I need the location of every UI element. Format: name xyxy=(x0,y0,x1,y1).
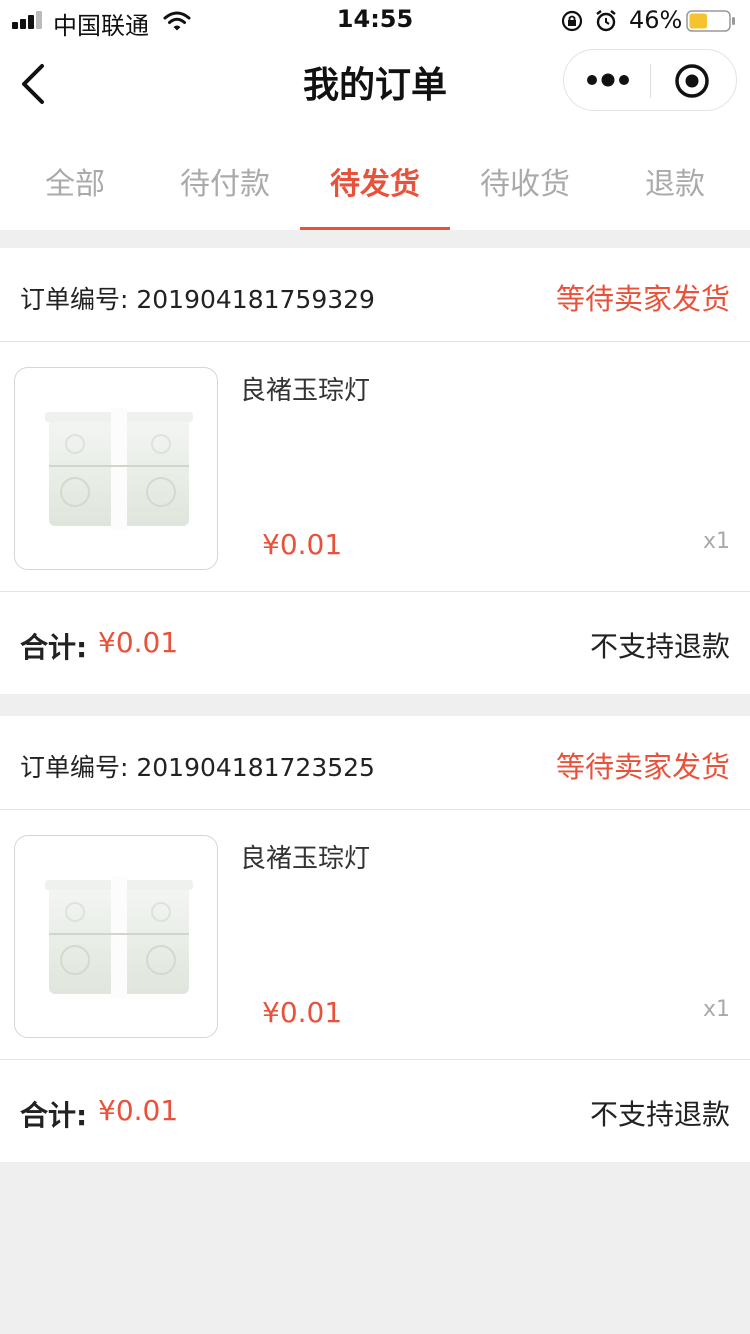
battery-icon xyxy=(686,10,735,32)
tab-label: 全部 xyxy=(45,167,105,202)
capsule-divider xyxy=(650,64,651,98)
product-price: ¥0.01 xyxy=(262,528,343,561)
order-status: 等待卖家发货 xyxy=(555,750,730,784)
status-bar: 中国联通 14:55 46% xyxy=(0,0,750,40)
product-image xyxy=(14,367,218,570)
more-dots-icon[interactable] xyxy=(586,67,630,93)
order-header: 订单编号: 201904181723525 等待卖家发货 xyxy=(0,716,750,810)
rotation-lock-icon xyxy=(561,10,583,32)
order-number: 订单编号: 201904181723525 xyxy=(20,753,375,782)
total-label: 合计: xyxy=(20,631,88,664)
product-price: ¥0.01 xyxy=(262,996,343,1029)
total-amount: ¥0.01 xyxy=(98,1094,179,1127)
product-name: 良褚玉琮灯 xyxy=(240,844,371,874)
total-label: 合计: xyxy=(20,1099,88,1132)
order-footer: 合计: ¥0.01 不支持退款 xyxy=(0,1060,750,1162)
order-number: 订单编号: 201904181759329 xyxy=(20,285,375,314)
order-item[interactable]: 良褚玉琮灯 ¥0.01 x1 xyxy=(0,342,750,592)
tab-pending-shipment[interactable]: 待发货 xyxy=(300,128,450,230)
navigation-bar: 我的订单 xyxy=(0,40,750,128)
active-tab-indicator xyxy=(300,227,450,230)
product-quantity: x1 xyxy=(702,997,730,1022)
order-tabs: 全部 待付款 待发货 待收货 退款 xyxy=(0,128,750,230)
product-quantity: x1 xyxy=(702,529,730,554)
tab-pending-payment[interactable]: 待付款 xyxy=(150,128,300,230)
mini-program-capsule xyxy=(563,49,737,111)
product-name: 良褚玉琮灯 xyxy=(240,376,371,406)
order-footer: 合计: ¥0.01 不支持退款 xyxy=(0,592,750,694)
tab-label: 待收货 xyxy=(480,167,570,202)
tab-all[interactable]: 全部 xyxy=(0,128,150,230)
target-close-icon[interactable] xyxy=(674,63,710,99)
order-card[interactable]: 订单编号: 201904181759329 等待卖家发货 良褚玉琮灯 ¥0.01… xyxy=(0,248,750,694)
battery-percent: 46% xyxy=(629,6,683,34)
refund-policy: 不支持退款 xyxy=(589,630,730,663)
alarm-icon xyxy=(596,10,616,32)
order-status: 等待卖家发货 xyxy=(555,282,730,316)
tab-label: 退款 xyxy=(645,167,705,202)
product-image xyxy=(14,835,218,1038)
tab-label: 待付款 xyxy=(180,167,270,202)
tab-label: 待发货 xyxy=(330,167,420,202)
tab-refund[interactable]: 退款 xyxy=(600,128,750,230)
total-amount: ¥0.01 xyxy=(98,626,179,659)
order-item[interactable]: 良褚玉琮灯 ¥0.01 x1 xyxy=(0,810,750,1060)
order-header: 订单编号: 201904181759329 等待卖家发货 xyxy=(0,248,750,342)
refund-policy: 不支持退款 xyxy=(589,1098,730,1131)
tab-pending-receipt[interactable]: 待收货 xyxy=(450,128,600,230)
order-card[interactable]: 订单编号: 201904181723525 等待卖家发货 良褚玉琮灯 ¥0.01… xyxy=(0,716,750,1162)
